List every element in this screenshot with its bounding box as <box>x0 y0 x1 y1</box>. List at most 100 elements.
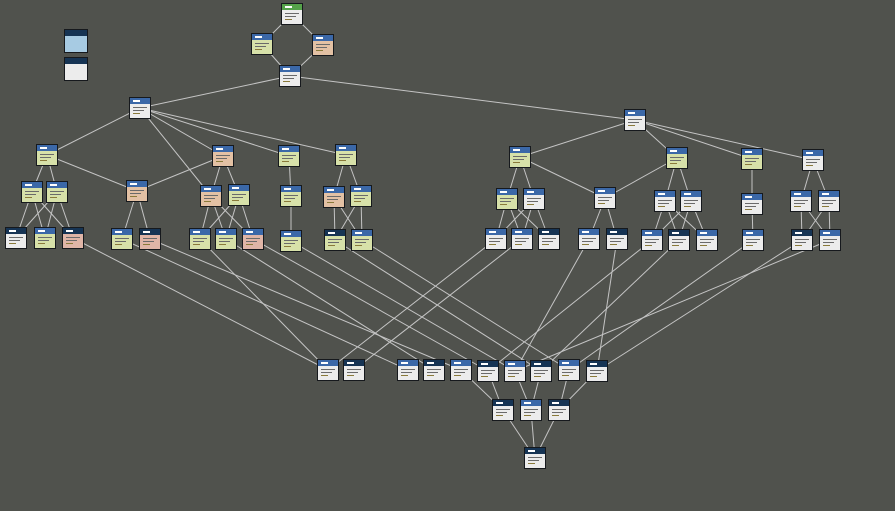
graph-node-n24[interactable] <box>189 228 211 250</box>
graph-node-n60[interactable] <box>530 360 552 382</box>
graph-node-n39[interactable] <box>741 193 763 215</box>
graph-node-n15[interactable] <box>280 185 302 207</box>
node-text-line <box>794 203 805 204</box>
graph-node-n19[interactable] <box>5 227 27 249</box>
node-text-line <box>590 370 604 371</box>
graph-node-n32[interactable] <box>741 148 763 170</box>
node-text-line <box>204 201 211 202</box>
node-text-line <box>193 241 204 242</box>
graph-node-n16[interactable] <box>323 186 345 208</box>
graph-node-n59[interactable] <box>504 360 526 382</box>
graph-node-n41[interactable] <box>818 190 840 212</box>
graph-node-n1[interactable] <box>251 33 273 55</box>
node-text-line <box>38 237 52 238</box>
node-text-line <box>481 373 492 374</box>
graph-node-n43[interactable] <box>511 228 533 250</box>
graph-node-n29[interactable] <box>351 229 373 251</box>
node-text-line <box>339 154 353 155</box>
node-text-line <box>534 373 545 374</box>
graph-node-n64[interactable] <box>520 399 542 421</box>
graph-node-n38[interactable] <box>680 190 702 212</box>
graph-node-n58[interactable] <box>477 360 499 382</box>
node-text-line <box>133 107 147 108</box>
node-text-line <box>115 238 129 239</box>
graph-node-n56[interactable] <box>423 359 445 381</box>
node-text-line <box>427 372 438 373</box>
node-text-line <box>25 194 36 195</box>
graph-node-n63[interactable] <box>492 399 514 421</box>
graph-node-n5[interactable] <box>624 109 646 131</box>
graph-node-n8[interactable] <box>278 145 300 167</box>
graph-node-n0[interactable] <box>281 3 303 25</box>
node-text-line <box>582 238 596 239</box>
node-body <box>539 235 559 249</box>
graph-node-n45[interactable] <box>578 228 600 250</box>
graph-node-n3[interactable] <box>279 65 301 87</box>
graph-node-n20[interactable] <box>34 227 56 249</box>
graph-node-n27[interactable] <box>280 230 302 252</box>
graph-node-n12[interactable] <box>126 180 148 202</box>
graph-node-n10[interactable] <box>21 181 43 203</box>
node-body <box>512 235 532 249</box>
edge-n29-n61 <box>361 239 570 371</box>
edge-n26-n58 <box>252 238 489 372</box>
graph-node-n37[interactable] <box>654 190 676 212</box>
graph-node-n48[interactable] <box>668 229 690 251</box>
graph-node-n6[interactable] <box>36 144 58 166</box>
graph-node-n52[interactable] <box>819 229 841 251</box>
graph-node-n65[interactable] <box>548 399 570 421</box>
node-text-line <box>284 198 295 199</box>
graph-node-n7[interactable] <box>212 145 234 167</box>
node-text-line <box>232 200 239 201</box>
graph-node-n57[interactable] <box>450 359 472 381</box>
node-text-line <box>534 370 548 371</box>
graph-node-n4[interactable] <box>129 97 151 119</box>
graph-node-n17[interactable] <box>350 185 372 207</box>
graph-node-n40[interactable] <box>790 190 812 212</box>
graph-node-n13[interactable] <box>200 185 222 207</box>
graph-node-n33[interactable] <box>802 149 824 171</box>
graph-node-n51[interactable] <box>791 229 813 251</box>
graph-node-n62[interactable] <box>586 360 608 382</box>
graph-node-n36[interactable] <box>594 187 616 209</box>
node-text-line <box>255 46 266 47</box>
graph-node-n55[interactable] <box>397 359 419 381</box>
graph-canvas[interactable] <box>0 0 895 511</box>
graph-node-n73[interactable] <box>524 447 546 469</box>
node-text-line <box>672 245 679 246</box>
node-text-line <box>232 197 243 198</box>
graph-node-n11[interactable] <box>46 181 68 203</box>
graph-node-n22[interactable] <box>111 228 133 250</box>
node-body <box>22 188 42 202</box>
graph-node-n44[interactable] <box>538 228 560 250</box>
graph-node-n47[interactable] <box>641 229 663 251</box>
node-text-line <box>255 49 262 50</box>
graph-node-n25[interactable] <box>215 228 237 250</box>
graph-node-n34[interactable] <box>496 188 518 210</box>
graph-node-n35[interactable] <box>523 188 545 210</box>
graph-node-n42[interactable] <box>485 228 507 250</box>
graph-node-n46[interactable] <box>606 228 628 250</box>
edge-n27-n59 <box>290 240 516 372</box>
graph-node-n28[interactable] <box>324 229 346 251</box>
graph-node-n53[interactable] <box>317 359 339 381</box>
node-body <box>313 41 333 55</box>
node-text-line <box>745 158 759 159</box>
edge-n4-n7 <box>139 107 224 157</box>
graph-node-n21[interactable] <box>62 227 84 249</box>
graph-node-n14[interactable] <box>228 184 250 206</box>
graph-node-n50[interactable] <box>742 229 764 251</box>
edge-n5-n32 <box>634 119 753 160</box>
graph-node-n26[interactable] <box>242 228 264 250</box>
graph-node-n30[interactable] <box>509 146 531 168</box>
graph-node-n54[interactable] <box>343 359 365 381</box>
node-text-line <box>40 154 54 155</box>
node-body <box>213 152 233 166</box>
graph-node-n31[interactable] <box>666 147 688 169</box>
graph-node-n23[interactable] <box>139 228 161 250</box>
graph-node-n61[interactable] <box>558 359 580 381</box>
graph-node-n49[interactable] <box>696 229 718 251</box>
graph-node-n2[interactable] <box>312 34 334 56</box>
node-text-line <box>321 369 335 370</box>
graph-node-n9[interactable] <box>335 144 357 166</box>
